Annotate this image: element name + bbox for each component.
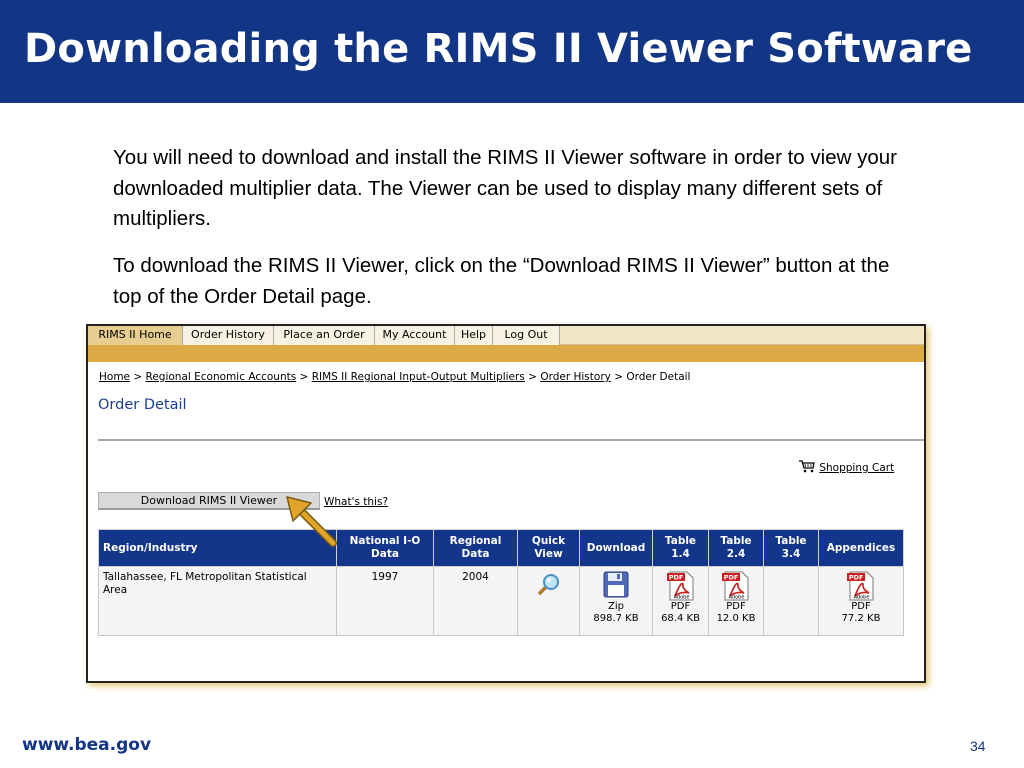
col-regional: Regional Data bbox=[433, 529, 518, 567]
col-table-24: Table 2.4 bbox=[708, 529, 764, 567]
nav-tabs: RIMS II Home Order History Place an Orde… bbox=[88, 326, 924, 345]
page-title: Order Detail bbox=[98, 397, 187, 413]
gold-band bbox=[88, 345, 924, 362]
cell-table-14: PDF Adobe PDF 68.4 KB bbox=[652, 566, 709, 636]
cell-table-34 bbox=[763, 566, 819, 636]
breadcrumb-home[interactable]: Home bbox=[99, 371, 130, 383]
tab-rims-home[interactable]: RIMS II Home bbox=[88, 326, 183, 345]
table24-type: PDF bbox=[726, 601, 746, 612]
slide-title: Downloading the RIMS II Viewer Software bbox=[24, 26, 973, 72]
breadcrumb-rims-multipliers[interactable]: RIMS II Regional Input-Output Multiplier… bbox=[312, 371, 525, 383]
cell-regional: 2004 bbox=[433, 566, 518, 636]
svg-text:PDF: PDF bbox=[724, 574, 739, 582]
page-number: 34 bbox=[970, 738, 986, 754]
tab-log-out[interactable]: Log Out bbox=[493, 326, 560, 345]
tab-help[interactable]: Help bbox=[455, 326, 493, 345]
cell-national-io: 1997 bbox=[336, 566, 434, 636]
cell-quick-view bbox=[517, 566, 580, 636]
col-quick-view: Quick View bbox=[517, 529, 580, 567]
shopping-cart-link[interactable]: Shopping Cart bbox=[798, 459, 894, 474]
table-header-row: Region/Industry National I-O Data Region… bbox=[98, 529, 904, 567]
breadcrumb-separator: > bbox=[299, 371, 309, 383]
breadcrumb: Home > Regional Economic Accounts > RIMS… bbox=[99, 371, 690, 383]
svg-text:Adobe: Adobe bbox=[673, 595, 689, 601]
table24-size: 12.0 KB bbox=[716, 613, 756, 624]
tab-my-account[interactable]: My Account bbox=[375, 326, 455, 345]
svg-text:Adobe: Adobe bbox=[729, 595, 745, 601]
breadcrumb-separator: > bbox=[614, 371, 624, 383]
tab-order-history[interactable]: Order History bbox=[183, 326, 274, 345]
footer-url[interactable]: www.bea.gov bbox=[22, 735, 151, 755]
pdf-icon[interactable]: PDF Adobe bbox=[846, 571, 876, 601]
appendices-type: PDF bbox=[851, 601, 871, 612]
breadcrumb-current: Order Detail bbox=[626, 371, 691, 383]
order-detail-screenshot: RIMS II Home Order History Place an Orde… bbox=[86, 324, 926, 683]
magnifier-icon[interactable] bbox=[536, 571, 562, 597]
pdf-icon[interactable]: PDF Adobe bbox=[666, 571, 696, 601]
table14-size: 68.4 KB bbox=[661, 613, 700, 624]
cell-region: Tallahassee, FL Metropolitan Statistical… bbox=[98, 566, 337, 636]
pointer-arrow-icon bbox=[286, 496, 337, 547]
breadcrumb-separator: > bbox=[133, 371, 143, 383]
col-table-34: Table 3.4 bbox=[763, 529, 819, 567]
col-appendices: Appendices bbox=[818, 529, 904, 567]
divider bbox=[98, 439, 924, 441]
col-download: Download bbox=[579, 529, 653, 567]
pdf-icon[interactable]: PDF Adobe bbox=[721, 571, 751, 601]
shopping-cart-label: Shopping Cart bbox=[819, 462, 895, 474]
download-type: Zip bbox=[608, 601, 624, 612]
cell-table-24: PDF Adobe PDF 12.0 KB bbox=[708, 566, 764, 636]
breadcrumb-regional-accounts[interactable]: Regional Economic Accounts bbox=[146, 371, 297, 383]
intro-paragraph: You will need to download and install th… bbox=[113, 146, 897, 230]
table-row: Tallahassee, FL Metropolitan Statistical… bbox=[98, 566, 904, 636]
svg-text:PDF: PDF bbox=[668, 574, 683, 582]
col-national-io: National I-O Data bbox=[336, 529, 434, 567]
breadcrumb-order-history[interactable]: Order History bbox=[540, 371, 611, 383]
order-table: Region/Industry National I-O Data Region… bbox=[98, 529, 904, 636]
svg-text:PDF: PDF bbox=[849, 574, 864, 582]
download-size: 898.7 KB bbox=[593, 613, 639, 624]
tab-place-order[interactable]: Place an Order bbox=[274, 326, 375, 345]
floppy-disk-icon[interactable] bbox=[603, 571, 629, 598]
appendices-size: 77.2 KB bbox=[841, 613, 881, 624]
title-bar: Downloading the RIMS II Viewer Software bbox=[0, 0, 1024, 103]
svg-text:Adobe: Adobe bbox=[854, 595, 870, 601]
cell-appendices: PDF Adobe PDF 77.2 KB bbox=[818, 566, 904, 636]
table14-type: PDF bbox=[670, 601, 691, 612]
instruction-paragraph: To download the RIMS II Viewer, click on… bbox=[113, 254, 890, 308]
col-table-14: Table 1.4 bbox=[652, 529, 709, 567]
shopping-cart-icon bbox=[799, 460, 815, 473]
breadcrumb-separator: > bbox=[528, 371, 537, 383]
cell-download: Zip 898.7 KB bbox=[579, 566, 653, 636]
